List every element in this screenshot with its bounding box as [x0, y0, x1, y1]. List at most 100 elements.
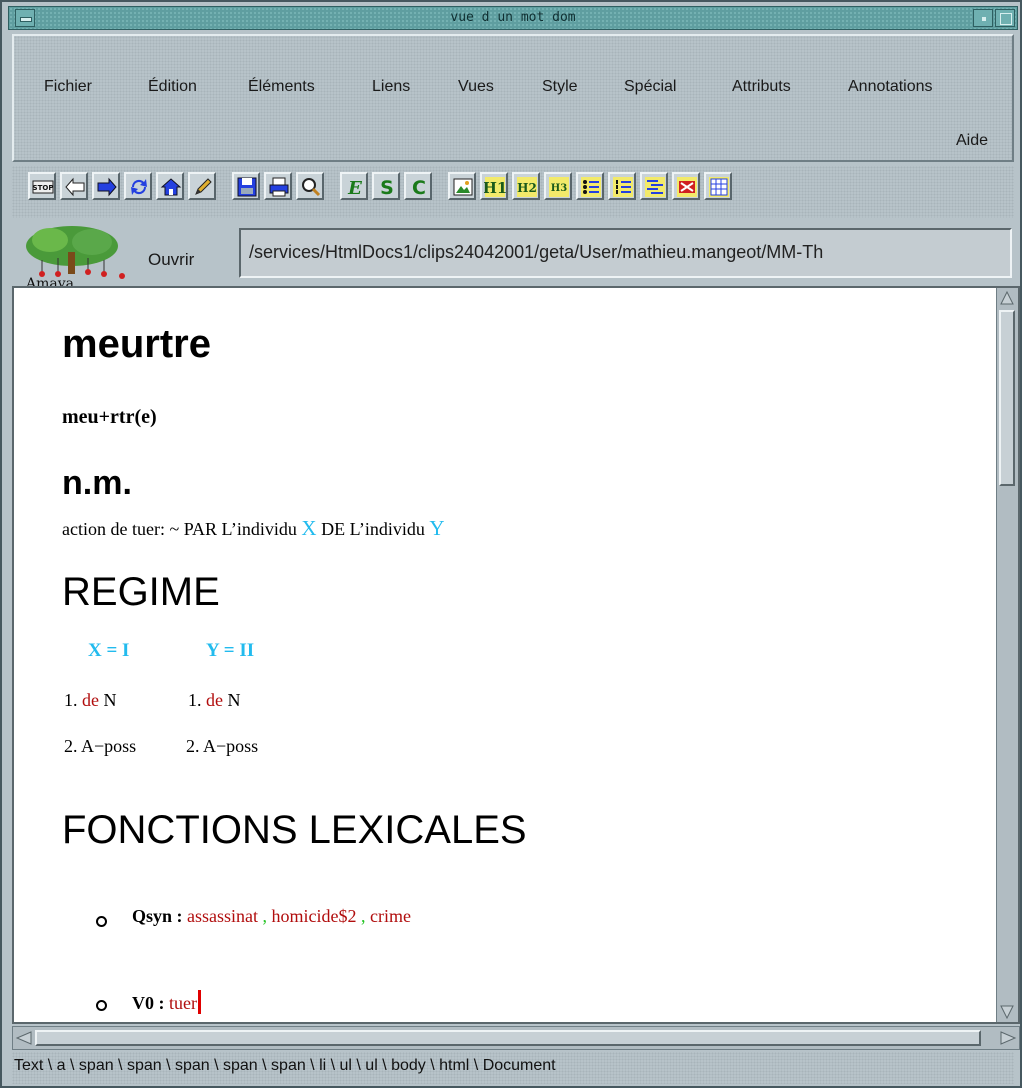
definition-list-button[interactable]	[640, 172, 668, 200]
document-view: meurtre meu+rtr(e) n.m. action de tuer: …	[12, 286, 1020, 1024]
menu-special[interactable]: Spécial	[624, 78, 676, 96]
function-qsyn: Qsyn : assassinat , homicide$2 , crime	[132, 906, 411, 927]
heading2-button[interactable]: H2	[512, 172, 540, 200]
open-label[interactable]: Ouvrir	[148, 250, 194, 270]
reload-icon	[131, 179, 147, 195]
emphasis-icon: E	[347, 178, 362, 198]
image-icon	[453, 178, 473, 196]
object-button[interactable]	[672, 172, 700, 200]
table-button[interactable]	[704, 172, 732, 200]
definition-list-icon	[645, 177, 665, 197]
regime-y-row-1: 1. de N	[188, 690, 241, 710]
vertical-scroll-thumb[interactable]	[999, 310, 1015, 486]
find-icon	[302, 178, 321, 197]
svg-text:H3: H3	[551, 183, 567, 194]
menu-vues[interactable]: Vues	[458, 78, 494, 96]
bullet-icon	[96, 916, 107, 927]
edit-button[interactable]	[188, 172, 216, 200]
menu-style[interactable]: Style	[542, 78, 578, 96]
function-label: Qsyn :	[132, 906, 183, 926]
strong-button[interactable]: S	[372, 172, 400, 200]
value-link[interactable]: homicide$2	[272, 906, 357, 926]
menu-edition[interactable]: Édition	[148, 78, 197, 96]
bulleted-list-icon	[581, 177, 601, 197]
maximize-button[interactable]	[995, 9, 1015, 27]
variable-y: Y	[429, 516, 445, 540]
regime-x-row-1: 1. de N	[64, 690, 117, 710]
url-input[interactable]: /services/HtmlDocs1/clips24042001/geta/U…	[239, 228, 1012, 278]
save-icon	[237, 177, 257, 197]
back-arrow-icon	[65, 177, 85, 197]
back-button[interactable]	[60, 172, 88, 200]
menu-bar: Fichier Édition Éléments Liens Vues Styl…	[12, 34, 1014, 162]
stop-icon: STOP	[32, 180, 54, 194]
home-button[interactable]	[156, 172, 184, 200]
scroll-left-icon[interactable]	[15, 1030, 33, 1046]
svg-text:C: C	[412, 177, 426, 198]
scroll-right-icon[interactable]	[999, 1030, 1017, 1046]
minimize-button[interactable]	[973, 9, 993, 27]
menu-fichier[interactable]: Fichier	[44, 78, 92, 96]
stop-button[interactable]: STOP	[28, 172, 56, 200]
preposition-link[interactable]: de	[206, 690, 223, 710]
reload-button[interactable]	[124, 172, 152, 200]
forward-arrow-icon	[97, 177, 117, 197]
title-bar[interactable]: vue d un mot dom	[8, 6, 1018, 30]
forward-button[interactable]	[92, 172, 120, 200]
value-link[interactable]: crime	[370, 906, 411, 926]
headword-heading: meurtre	[62, 322, 211, 366]
heading1-button[interactable]: H1	[480, 172, 508, 200]
document-canvas[interactable]: meurtre meu+rtr(e) n.m. action de tuer: …	[14, 288, 996, 1022]
bulleted-list-button[interactable]	[576, 172, 604, 200]
find-button[interactable]	[296, 172, 324, 200]
menu-annotations[interactable]: Annotations	[848, 78, 933, 96]
browser-window: vue d un mot dom Fichier Édition Élément…	[0, 0, 1022, 1088]
menu-liens[interactable]: Liens	[372, 78, 410, 96]
menu-aide[interactable]: Aide	[956, 132, 988, 150]
svg-text:S: S	[380, 177, 394, 198]
regime-y-row-2: 2. A−poss	[186, 736, 259, 756]
function-v0: V0 : tuer	[132, 990, 201, 1014]
regime-x-header: X = I	[88, 640, 130, 661]
value-link[interactable]: tuer	[169, 993, 197, 1013]
amaya-logo: Amaya	[16, 220, 128, 292]
code-icon: C	[412, 177, 426, 198]
scroll-down-icon[interactable]	[999, 1004, 1015, 1020]
emphasis-button[interactable]: E	[340, 172, 368, 200]
scroll-up-icon[interactable]	[999, 290, 1015, 306]
horizontal-scroll-thumb[interactable]	[35, 1030, 981, 1046]
regime-heading: REGIME	[62, 570, 220, 614]
menu-elements[interactable]: Éléments	[248, 78, 315, 96]
value-link[interactable]: assassinat	[187, 906, 258, 926]
code-button[interactable]: C	[404, 172, 432, 200]
svg-text:STOP: STOP	[33, 184, 54, 192]
separator: ,	[258, 906, 268, 926]
image-button[interactable]	[448, 172, 476, 200]
menu-attributs[interactable]: Attributs	[732, 78, 791, 96]
numbered-list-button[interactable]	[608, 172, 636, 200]
pronunciation: meu+rtr(e)	[62, 406, 157, 428]
save-button[interactable]	[232, 172, 260, 200]
preposition-link[interactable]: de	[82, 690, 99, 710]
regime-y-header: Y = II	[206, 640, 255, 661]
svg-text:H1: H1	[484, 179, 506, 197]
regime-x-row-2: 2. A−poss	[64, 736, 137, 756]
variable-x: X	[301, 516, 317, 540]
bullet-icon	[96, 1000, 107, 1011]
vertical-scrollbar[interactable]	[996, 288, 1018, 1022]
separator: ,	[356, 906, 366, 926]
definition: action de tuer: ~ PAR L’individu X DE L’…	[62, 516, 445, 540]
print-button[interactable]	[264, 172, 292, 200]
heading2-icon: H2	[517, 177, 537, 197]
url-text: /services/HtmlDocs1/clips24042001/geta/U…	[249, 242, 824, 262]
status-bar: Text \ a \ span \ span \ span \ span \ s…	[12, 1052, 1014, 1084]
lexical-functions-heading: FONCTIONS LEXICALES	[62, 808, 527, 852]
window-title: vue d un mot dom	[450, 10, 576, 25]
heading3-button[interactable]: H3	[544, 172, 572, 200]
text-caret	[197, 990, 201, 1014]
function-label: V0 :	[132, 993, 165, 1013]
home-icon	[160, 178, 182, 196]
horizontal-scrollbar[interactable]	[12, 1026, 1020, 1050]
svg-text:H2: H2	[517, 181, 537, 195]
toolbar: STOP E S C H1 H2 H3	[12, 166, 1014, 218]
